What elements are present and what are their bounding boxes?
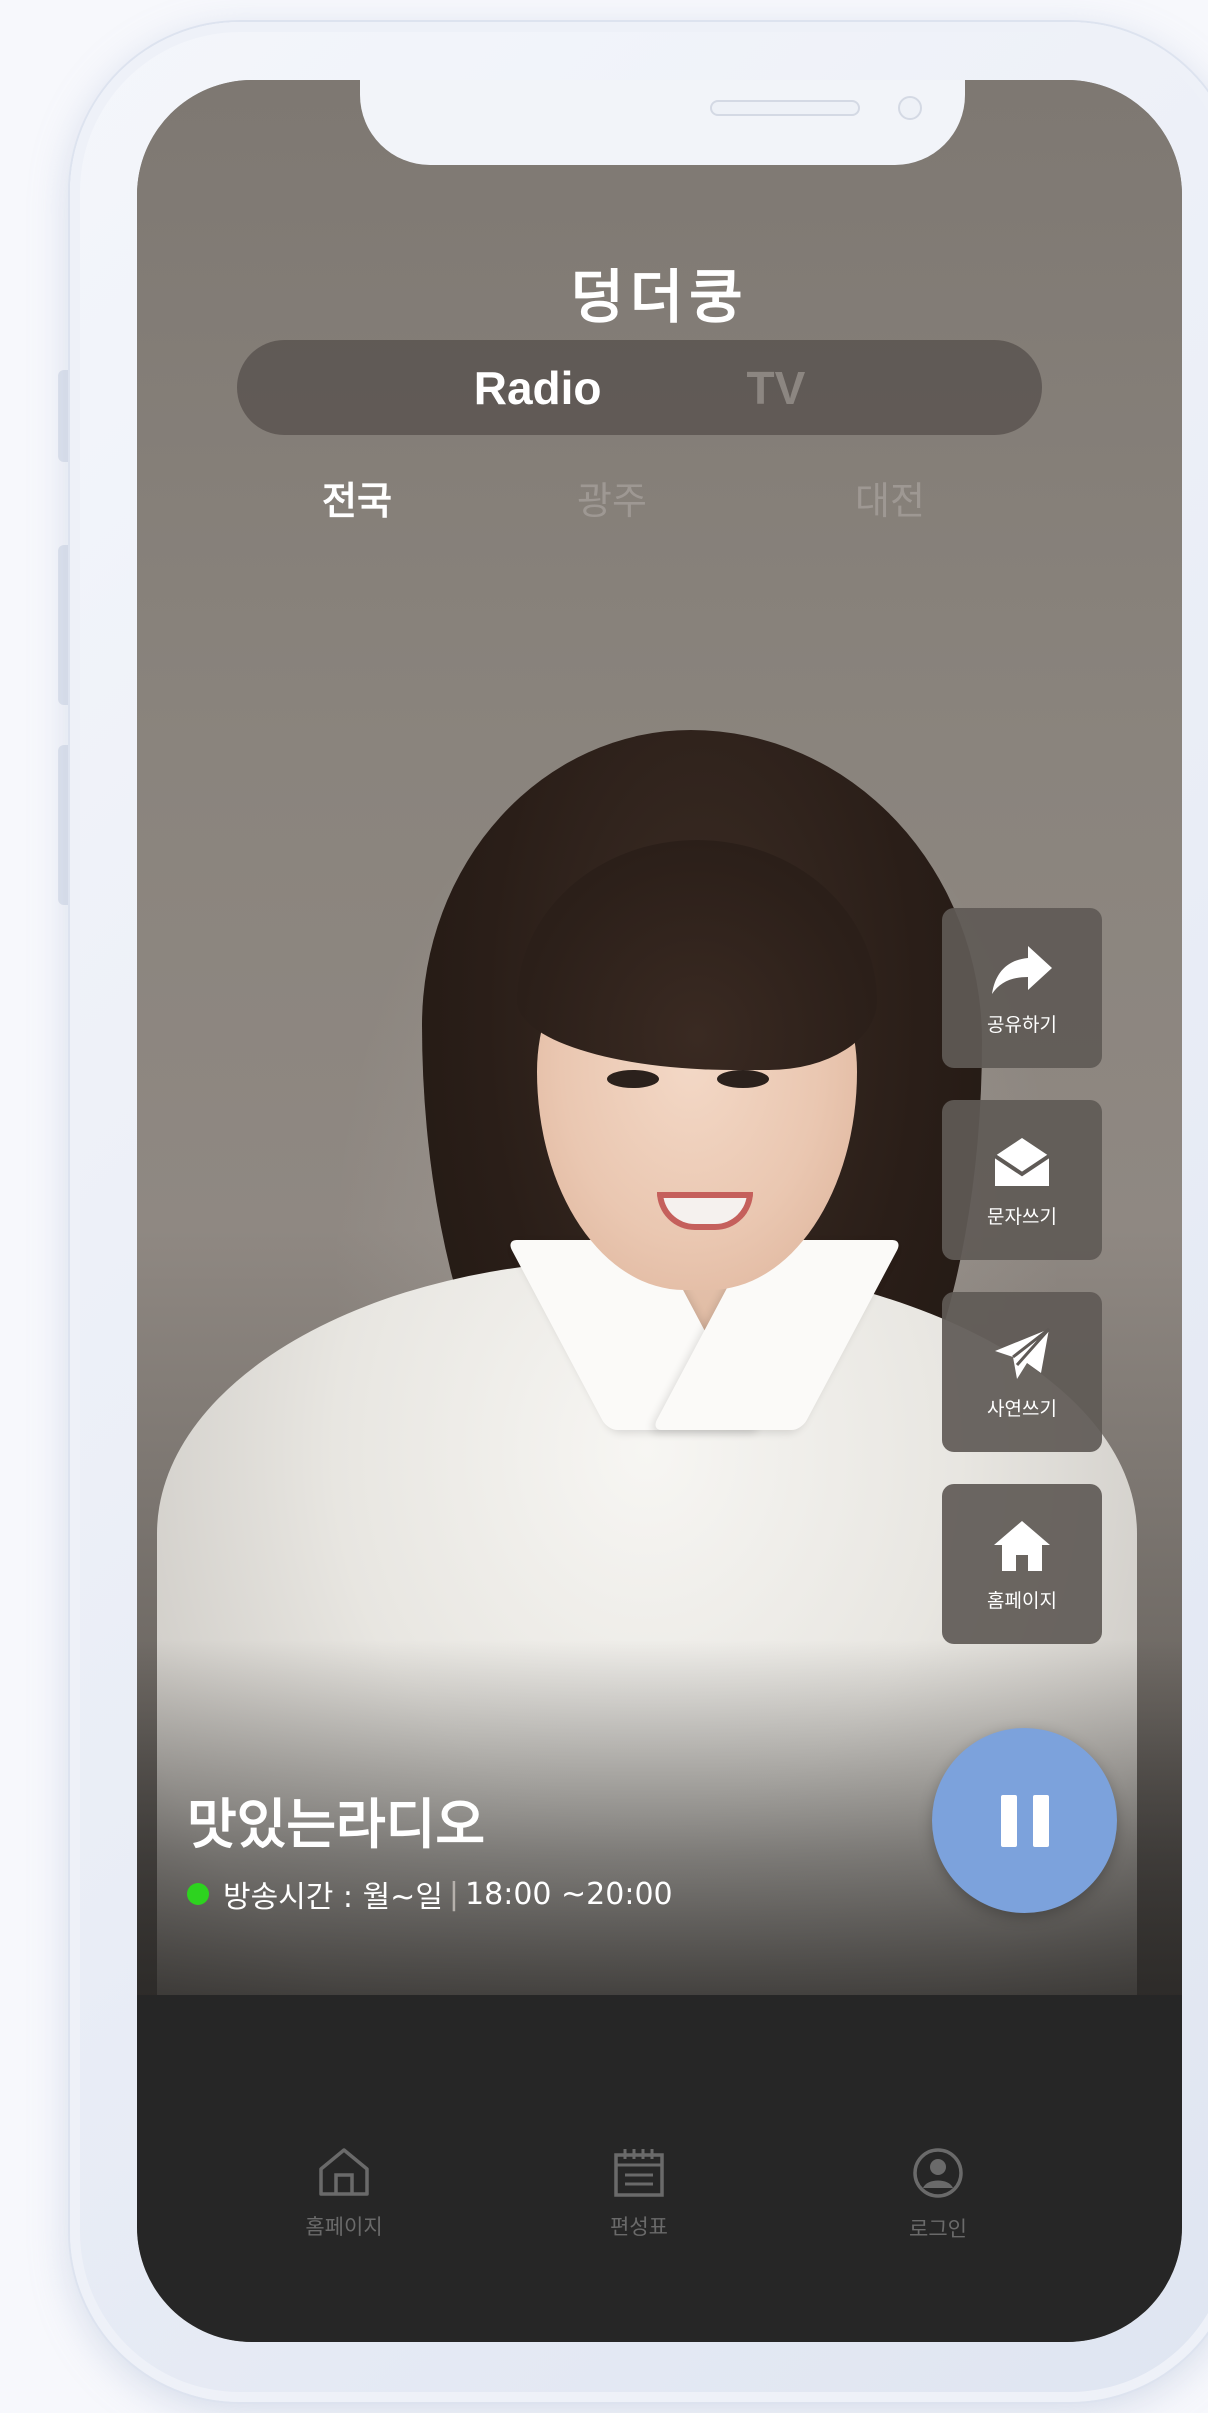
media-tabs: Radio TV <box>237 340 1042 435</box>
schedule-days: 방송시간 : 월~일 <box>223 1880 443 1915</box>
region-tab-national[interactable]: 전국 <box>322 470 392 525</box>
share-button[interactable]: 공유하기 <box>942 908 1102 1068</box>
paper-plane-icon <box>987 1324 1057 1384</box>
schedule-separator: | <box>448 1876 460 1912</box>
nav-item-homepage[interactable]: 홈페이지 <box>264 2147 424 2241</box>
calendar-icon <box>612 2147 666 2201</box>
program-schedule: 방송시간 : 월~일 | 18:00 ~20:00 <box>187 1872 673 1916</box>
write-story-label: 사연쓰기 <box>987 1397 1057 1420</box>
side-button-volume-down <box>58 745 70 905</box>
pause-icon <box>1032 1794 1049 1847</box>
side-button-mute <box>58 370 70 462</box>
live-indicator-dot <box>187 1883 209 1905</box>
write-message-label: 문자쓰기 <box>987 1205 1057 1228</box>
program-title: 맛있는라디오 <box>187 1793 486 1856</box>
eye-right-shape <box>717 1070 769 1088</box>
home-icon <box>987 1516 1057 1576</box>
share-label: 공유하기 <box>987 1013 1057 1036</box>
home-outline-icon <box>317 2147 371 2201</box>
tab-tv[interactable]: TV <box>747 361 806 415</box>
eye-left-shape <box>607 1070 659 1088</box>
homepage-button[interactable]: 홈페이지 <box>942 1484 1102 1644</box>
phone-screen: 덩더쿵 Radio TV 전국 광주 대전 공유하기 문자쓰기 사연쓰기 홈페이… <box>137 80 1182 2342</box>
envelope-icon <box>987 1132 1057 1192</box>
front-camera <box>898 96 922 120</box>
speaker-grille <box>710 100 860 116</box>
nav-label-schedule: 편성표 <box>610 2215 668 2239</box>
homepage-label: 홈페이지 <box>987 1589 1057 1612</box>
region-tab-daejeon[interactable]: 대전 <box>855 470 925 525</box>
share-icon <box>987 940 1057 1000</box>
pause-button[interactable] <box>932 1728 1117 1913</box>
nav-label-login: 로그인 <box>909 2217 967 2241</box>
pause-icon <box>1000 1794 1017 1847</box>
schedule-time: 18:00 ~20:00 <box>465 1876 673 1912</box>
notch <box>360 80 965 165</box>
region-tab-gwangju[interactable]: 광주 <box>577 470 647 525</box>
user-circle-icon <box>911 2147 965 2203</box>
nav-label-homepage: 홈페이지 <box>305 2215 383 2239</box>
nav-item-schedule[interactable]: 편성표 <box>559 2147 719 2241</box>
bottom-navigation: 홈페이지 편성표 로그인 <box>137 1995 1182 2342</box>
nav-item-login[interactable]: 로그인 <box>858 2147 1018 2243</box>
page: 덩더쿵 Radio TV 전국 광주 대전 공유하기 문자쓰기 사연쓰기 홈페이… <box>0 0 1208 2413</box>
write-story-button[interactable]: 사연쓰기 <box>942 1292 1102 1452</box>
region-tabs: 전국 광주 대전 <box>137 470 1182 530</box>
side-button-volume-up <box>58 545 70 705</box>
tab-radio[interactable]: Radio <box>474 361 602 415</box>
write-message-button[interactable]: 문자쓰기 <box>942 1100 1102 1260</box>
app-title: 덩더쿵 <box>570 263 749 331</box>
